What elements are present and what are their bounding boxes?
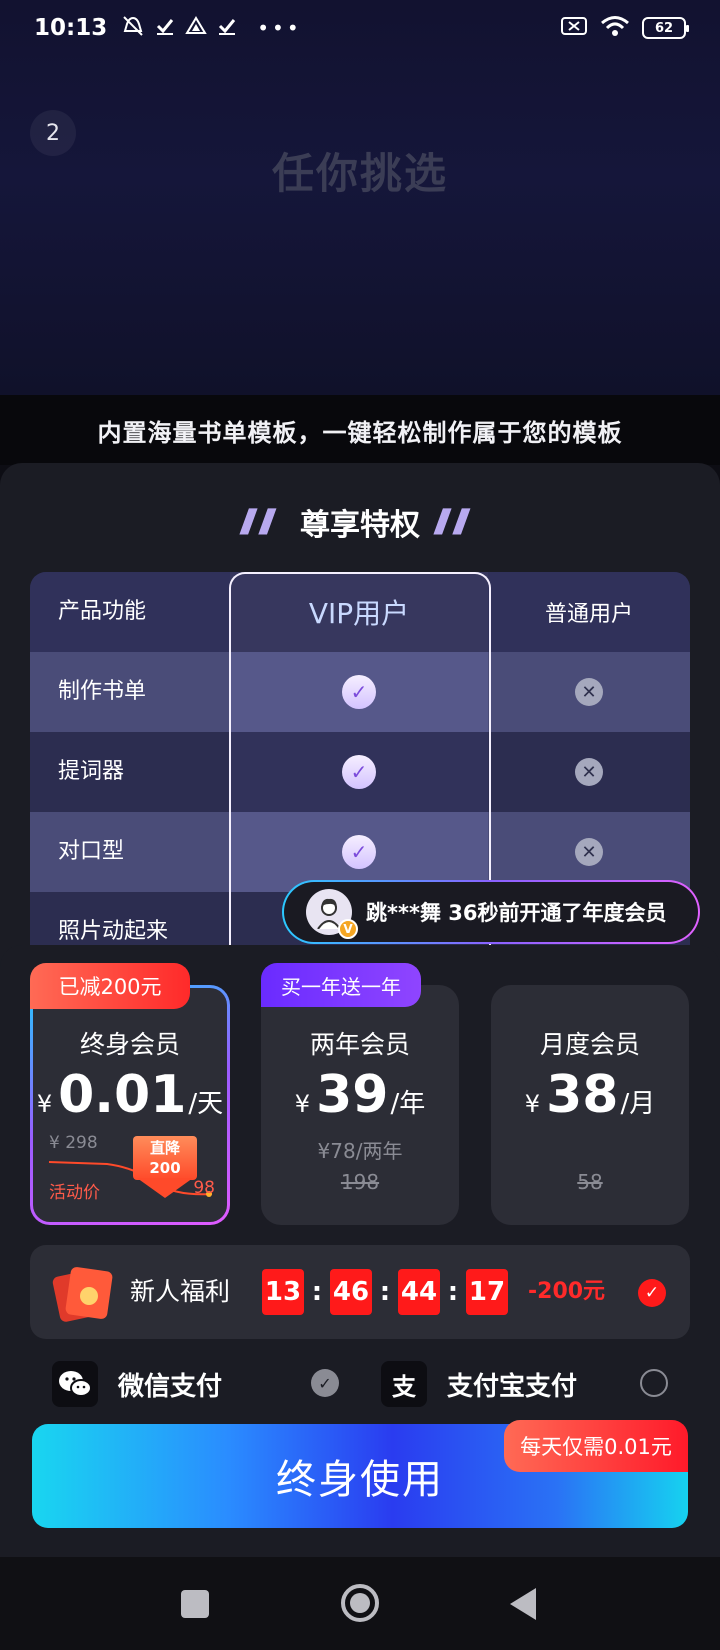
price-value: 0.01 bbox=[58, 1065, 187, 1125]
recent-apps-icon[interactable] bbox=[181, 1590, 209, 1618]
plan-price: ¥ 39 /年 bbox=[261, 1065, 459, 1125]
red-envelope-icon bbox=[51, 1263, 114, 1323]
more-icon: ••• bbox=[257, 16, 302, 40]
plan-name: 终身会员 bbox=[79, 1030, 180, 1059]
currency-symbol: ¥ bbox=[524, 1090, 541, 1118]
welfare-label: 新人福利 bbox=[130, 1277, 231, 1306]
welfare-check-icon[interactable]: ✓ bbox=[638, 1279, 666, 1307]
price-drop-arrow-icon: 直降 200 bbox=[133, 1136, 197, 1198]
table-header-row: 产品功能 VIP用户 普通用户 bbox=[30, 572, 690, 652]
pay-wechat[interactable]: 微信支付 bbox=[52, 1358, 222, 1410]
check-icon: ✓ bbox=[342, 835, 376, 869]
activity-price: 98 bbox=[193, 1178, 215, 1198]
plan-name: 两年会员 bbox=[309, 1030, 410, 1059]
discount-badge: 已减200元 bbox=[30, 963, 190, 1009]
plan-lifetime[interactable]: 终身会员 ¥ 0.01 /天 ¥ 298 直降 200 活动价 98 bbox=[30, 985, 230, 1225]
plan-total: ¥78/两年 bbox=[317, 1139, 403, 1163]
timer-seconds: 44 bbox=[398, 1269, 440, 1315]
hero-title: 任你挑选 bbox=[271, 149, 448, 198]
plan-monthly[interactable]: 月度会员 ¥ 38 /月 58 bbox=[491, 985, 689, 1225]
alipay-icon: 支 bbox=[381, 1361, 427, 1407]
feature-name: 对口型 bbox=[58, 839, 125, 864]
privilege-title-text: 尊享特权 bbox=[300, 508, 420, 543]
mute-icon bbox=[121, 15, 145, 42]
check-icon: ✓ bbox=[342, 755, 376, 789]
status-bar: 10:13 ••• 62 bbox=[0, 0, 720, 56]
wechat-radio[interactable]: ✓ bbox=[311, 1369, 339, 1397]
new-user-welfare[interactable]: 新人福利 13 : 46 : 44 : 17 -200元 ✓ bbox=[30, 1245, 690, 1339]
cta-price-tag: 每天仅需0.01元 bbox=[504, 1420, 688, 1472]
x-icon: ✕ bbox=[575, 678, 603, 706]
decoration-right-icon: ▌▌ bbox=[433, 509, 481, 535]
table-row: 制作书单 ✓ ✕ bbox=[30, 652, 690, 732]
timer-hours: 13 bbox=[262, 1269, 304, 1315]
price-value: 38 bbox=[546, 1065, 619, 1125]
back-icon[interactable] bbox=[510, 1588, 536, 1620]
vip-badge-icon: V bbox=[338, 919, 358, 939]
sim-off-icon bbox=[560, 16, 588, 40]
x-icon: ✕ bbox=[575, 758, 603, 786]
promo-badge: 买一年送一年 bbox=[261, 963, 421, 1007]
drive-icon bbox=[185, 15, 207, 41]
plan-price: ¥ 0.01 /天 bbox=[33, 1065, 227, 1125]
check-icon: ✓ bbox=[342, 675, 376, 709]
original-price: 198 bbox=[340, 1170, 380, 1194]
avatar: V bbox=[306, 889, 358, 939]
price-value: 39 bbox=[316, 1065, 389, 1125]
timer-centiseconds: 17 bbox=[466, 1269, 508, 1315]
privilege-title: ▌▌ 尊享特权 ▌▌ bbox=[0, 500, 720, 544]
old-price: ¥ 298 bbox=[49, 1133, 98, 1153]
header-vip: VIP用户 bbox=[308, 597, 410, 630]
price-unit: /月 bbox=[620, 1089, 656, 1119]
check-icon bbox=[155, 16, 175, 41]
decoration-left-icon: ▌▌ bbox=[239, 509, 287, 535]
status-time: 10:13 bbox=[34, 15, 108, 41]
price-unit: /天 bbox=[188, 1089, 224, 1119]
countdown-timer: 13 : 46 : 44 : 17 bbox=[262, 1269, 508, 1315]
home-icon[interactable] bbox=[341, 1584, 379, 1622]
wechat-label: 微信支付 bbox=[118, 1371, 223, 1402]
x-icon: ✕ bbox=[575, 838, 603, 866]
toast-text: 跳***舞 36秒前开通了年度会员 bbox=[366, 901, 667, 925]
wechat-icon bbox=[52, 1361, 98, 1407]
price-unit: /年 bbox=[390, 1089, 426, 1119]
currency-symbol: ¥ bbox=[36, 1090, 53, 1118]
currency-symbol: ¥ bbox=[294, 1090, 311, 1118]
activity-label: 活动价 bbox=[49, 1183, 100, 1203]
feature-name: 制作书单 bbox=[58, 679, 147, 704]
wifi-icon bbox=[600, 15, 630, 41]
header-normal: 普通用户 bbox=[544, 602, 633, 627]
timer-minutes: 46 bbox=[330, 1269, 372, 1315]
header-feature: 产品功能 bbox=[58, 599, 147, 624]
feature-name: 提词器 bbox=[58, 759, 125, 784]
original-price: 58 bbox=[577, 1170, 603, 1194]
alipay-radio[interactable] bbox=[640, 1369, 668, 1397]
welfare-discount: -200元 bbox=[528, 1279, 606, 1304]
check-icon bbox=[217, 16, 237, 41]
battery-icon: 62 bbox=[642, 17, 689, 39]
purchase-toast: V 跳***舞 36秒前开通了年度会员 bbox=[282, 880, 700, 944]
arrow-text: 直降 bbox=[149, 1139, 180, 1157]
pay-alipay[interactable]: 支 支付宝支付 bbox=[381, 1358, 577, 1410]
table-row: 提词器 ✓ ✕ bbox=[30, 732, 690, 812]
hero-subtitle: 内置海量书单模板，一键轻松制作属于您的模板 bbox=[0, 395, 720, 465]
plan-price: ¥ 38 /月 bbox=[491, 1065, 689, 1125]
plan-two-year[interactable]: 两年会员 ¥ 39 /年 ¥78/两年 198 bbox=[261, 985, 459, 1225]
plan-name: 月度会员 bbox=[539, 1030, 640, 1059]
arrow-amount: 200 bbox=[149, 1159, 181, 1177]
alipay-label: 支付宝支付 bbox=[447, 1371, 578, 1402]
